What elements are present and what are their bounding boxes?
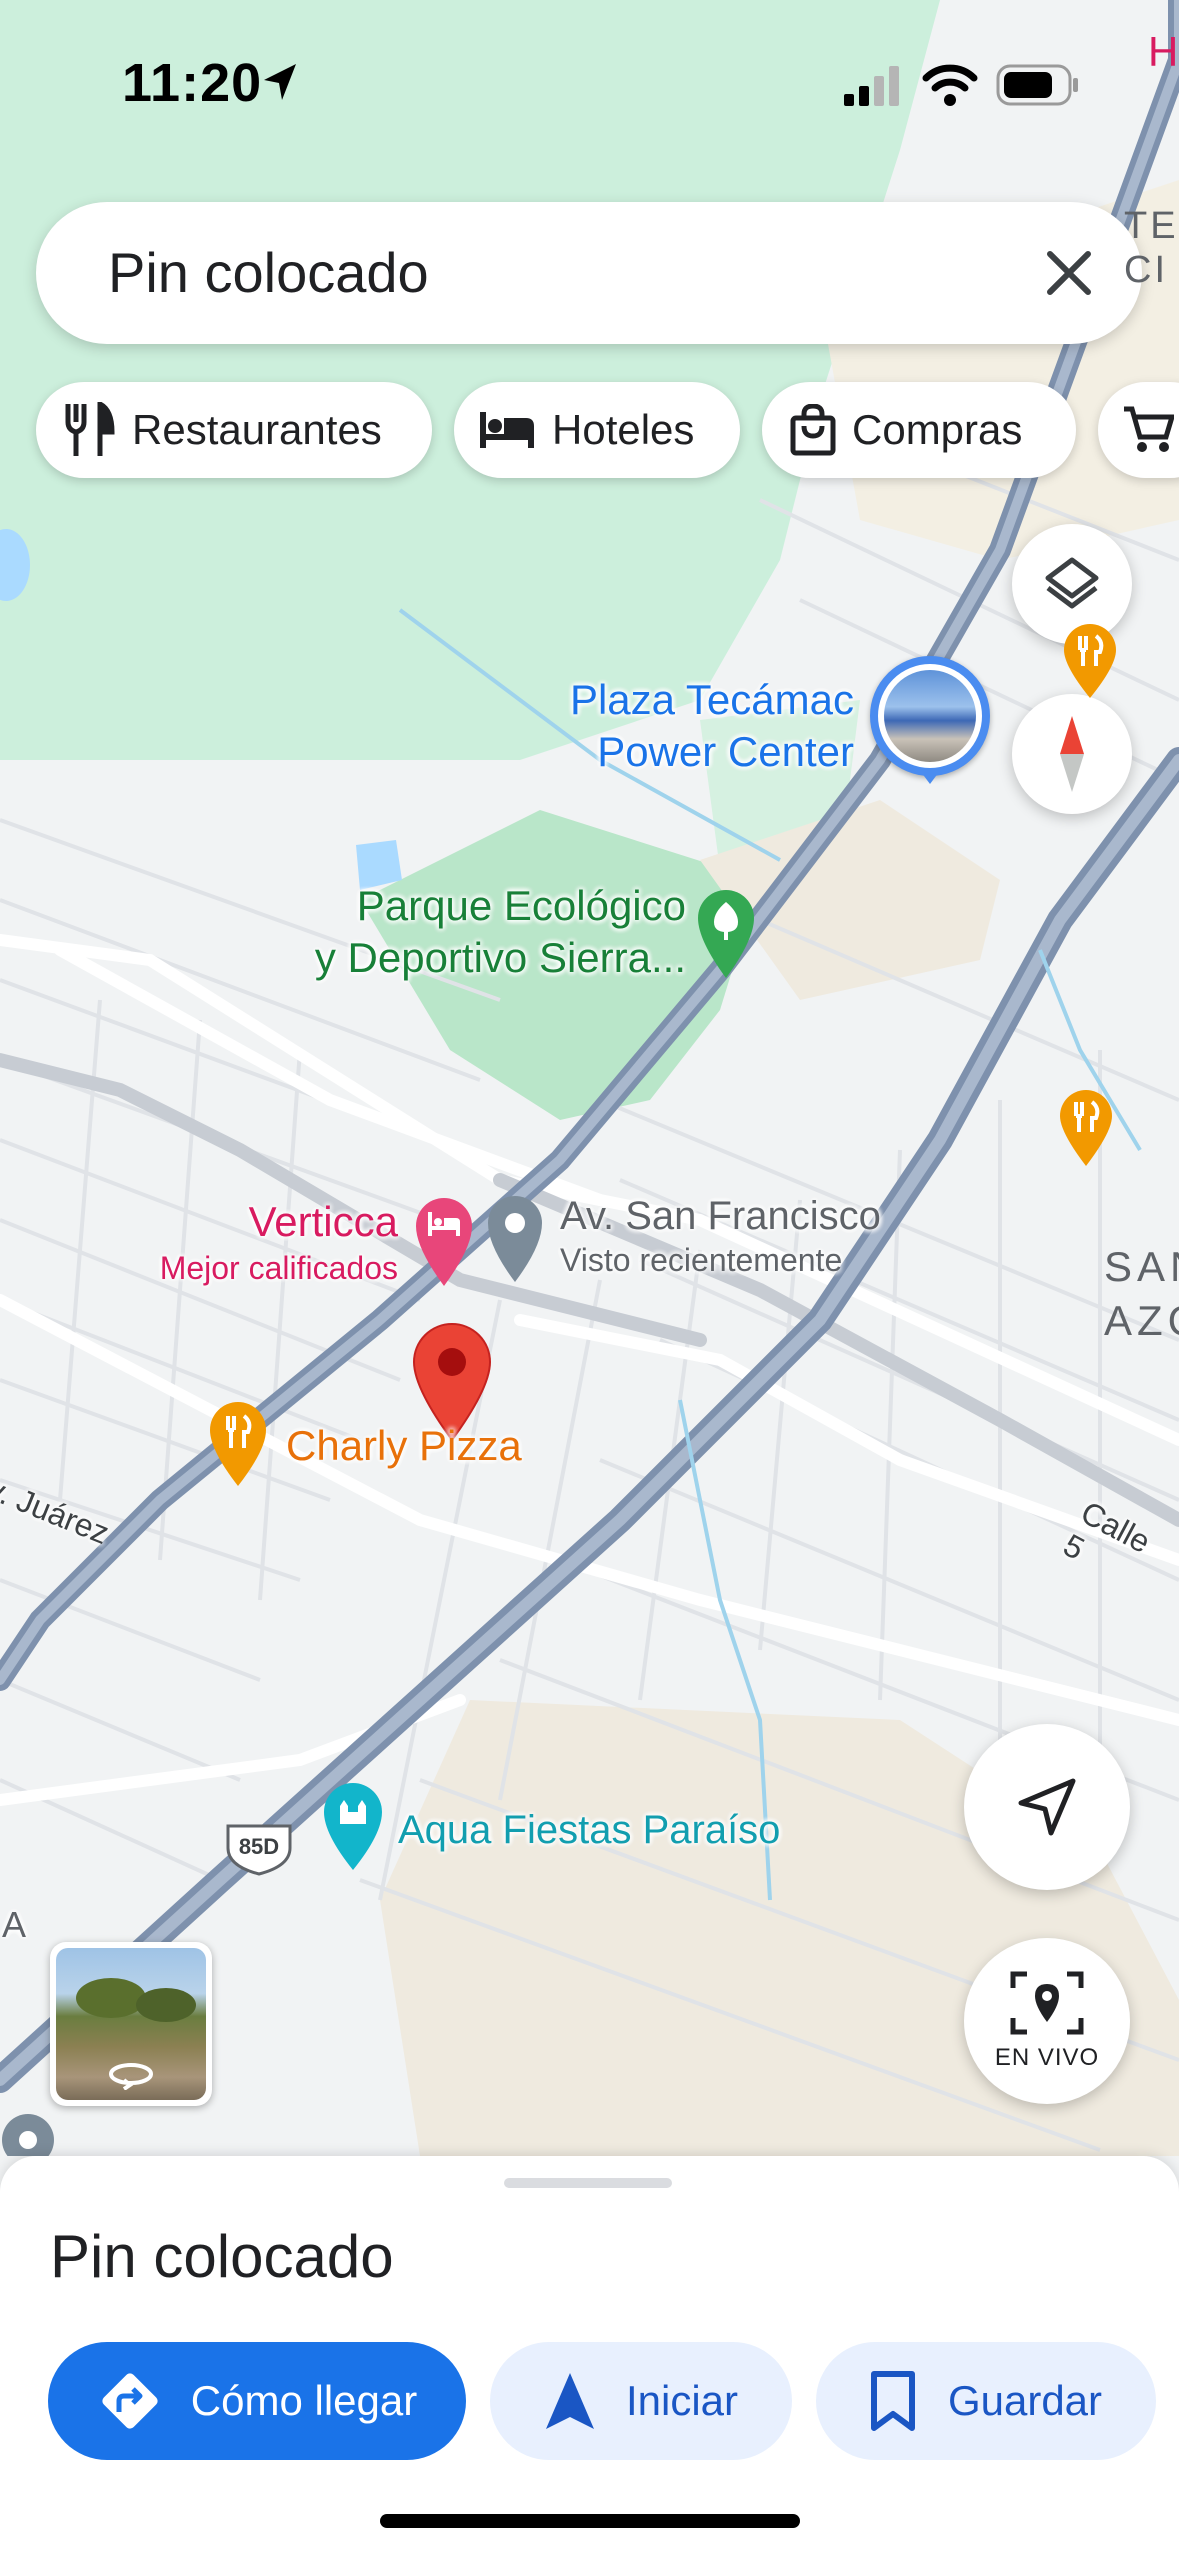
hotel-marker-icon[interactable] — [414, 1196, 474, 1288]
area-label-san: SAN AZC — [1104, 1243, 1179, 1344]
edge-label-a: A — [2, 1904, 27, 1945]
shopping-bag-icon — [790, 404, 836, 456]
cart-icon — [1124, 406, 1174, 452]
layers-icon — [1045, 557, 1099, 609]
chip-compras[interactable]: Compras — [762, 382, 1076, 478]
close-icon[interactable] — [1044, 248, 1094, 298]
compass-button[interactable] — [1012, 694, 1132, 814]
directions-icon — [102, 2373, 158, 2429]
poi-verticca-label[interactable]: Verticca Mejor calificados — [148, 1196, 398, 1288]
chip-label: Hoteles — [552, 406, 695, 453]
home-indicator — [380, 2514, 800, 2528]
restaurant-icon — [65, 402, 115, 456]
amusement-marker-icon[interactable] — [322, 1782, 384, 1872]
status-time: 11:20 — [122, 53, 263, 113]
compass-icon — [1060, 716, 1084, 792]
chip-restaurantes[interactable]: Restaurantes — [36, 382, 432, 478]
start-button[interactable]: Iniciar — [490, 2342, 792, 2460]
bookmark-icon — [870, 2371, 915, 2431]
chip-label: Restaurantes — [132, 406, 382, 453]
highway-shield: 85D — [224, 1820, 294, 1876]
my-location-button[interactable] — [964, 1724, 1130, 1890]
chip-label: Compras — [852, 406, 1023, 453]
store-photo-thumbnail — [884, 670, 976, 762]
poi-sanfrancisco-label[interactable]: Av. San Francisco Visto recientemente — [560, 1192, 881, 1280]
sheet-drag-handle[interactable] — [504, 2178, 672, 2188]
park-marker-icon[interactable] — [696, 888, 756, 980]
location-marker-icon — [2, 2114, 54, 2156]
poi-parque-label[interactable]: Parque Ecológico y Deportivo Sierra... — [300, 880, 686, 984]
wifi-icon — [922, 64, 978, 106]
restaurant-marker-icon[interactable] — [1056, 1086, 1116, 1168]
start-label: Iniciar — [625, 2377, 739, 2424]
search-input[interactable]: Pin colocado — [108, 240, 429, 305]
area-label-tec: TEC CI — [1124, 205, 1179, 291]
save-label: Guardar — [947, 2377, 1103, 2424]
restaurant-marker-icon[interactable] — [1060, 622, 1120, 700]
sheet-title: Pin colocado — [50, 2223, 394, 2290]
navigation-start-icon — [545, 2373, 594, 2429]
bed-icon — [480, 412, 534, 448]
save-button[interactable]: Guardar — [816, 2342, 1156, 2460]
poi-plaza-marker[interactable] — [870, 656, 990, 784]
live-view-icon — [1010, 1971, 1084, 2035]
signal-icon — [844, 66, 899, 106]
rotate-360-icon — [109, 2063, 153, 2090]
live-view-button[interactable]: EN VIVO — [964, 1938, 1130, 2104]
navigation-arrow-icon — [1018, 1778, 1076, 1836]
highway-shield-label: 85D — [238, 1834, 280, 1859]
restaurant-marker-icon[interactable] — [208, 1400, 268, 1488]
chip-hoteles[interactable]: Hoteles — [454, 382, 740, 478]
location-arrow-icon — [264, 64, 296, 100]
live-view-label: EN VIVO — [994, 2044, 1100, 2071]
search-bar[interactable]: Pin colocado — [36, 202, 1142, 344]
directions-label: Cómo llegar — [190, 2377, 418, 2424]
poi-plaza-label[interactable]: Plaza Tecámac Power Center — [560, 674, 854, 778]
street-view-thumbnail[interactable] — [50, 1942, 212, 2106]
battery-icon — [996, 64, 1078, 106]
directions-button[interactable]: Cómo llegar — [48, 2342, 466, 2460]
edge-label-h: H — [1148, 28, 1179, 75]
location-marker-icon[interactable] — [486, 1194, 544, 1284]
poi-charly-label[interactable]: Charly Pizza — [286, 1420, 522, 1472]
poi-aqua-label[interactable]: Aqua Fiestas Paraíso — [398, 1804, 780, 1856]
